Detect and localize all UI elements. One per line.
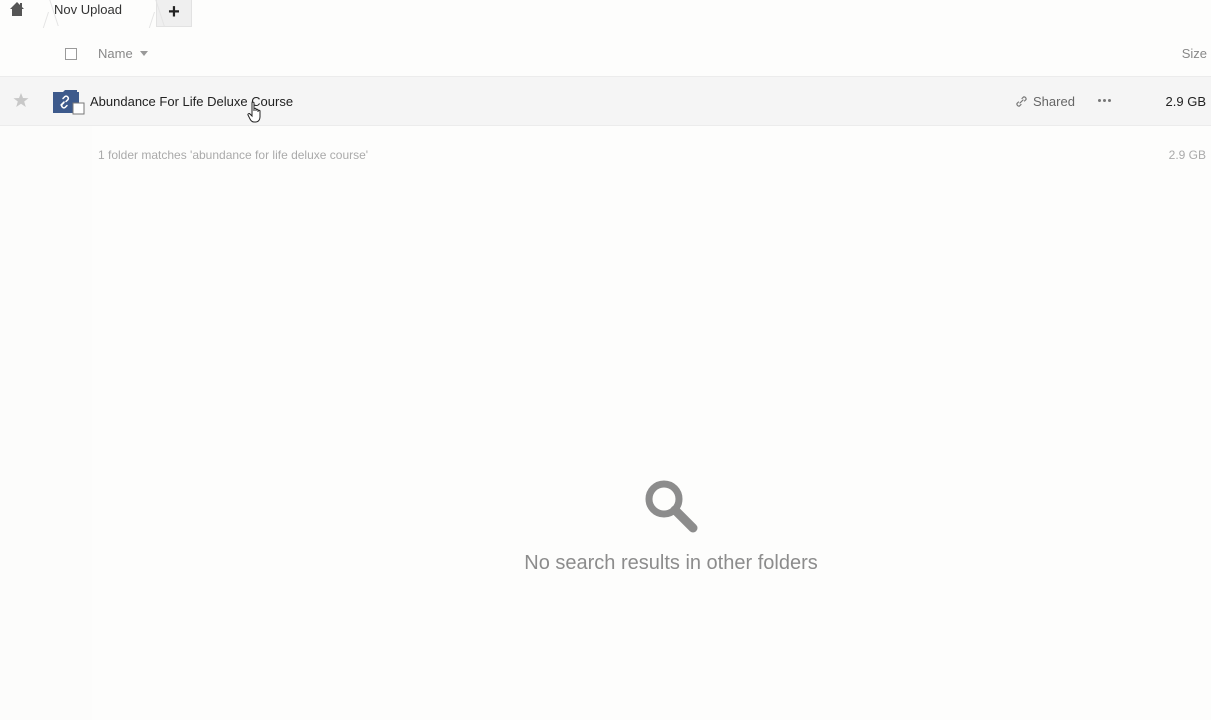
empty-state-message: No search results in other folders <box>524 552 818 574</box>
search-icon <box>645 480 698 533</box>
files-app: Nov Upload + Name Size Abundance For Lif… <box>0 0 1211 720</box>
shared-folder-icon[interactable] <box>52 89 86 115</box>
breadcrumb-separator <box>140 0 154 27</box>
share-status-button[interactable]: Shared <box>1015 94 1075 109</box>
sort-arrow-icon[interactable] <box>140 51 148 56</box>
more-actions-icon[interactable] <box>1098 99 1111 102</box>
star-icon[interactable] <box>13 92 29 108</box>
breadcrumb-separator <box>34 0 48 27</box>
link-icon <box>1016 96 1027 107</box>
summary-total-size: 2.9 GB <box>1168 148 1206 162</box>
breadcrumb-home[interactable] <box>0 1 34 25</box>
breadcrumb-current-folder[interactable]: Nov Upload <box>48 2 140 17</box>
select-all-checkbox[interactable] <box>65 48 77 60</box>
file-row[interactable]: Abundance For Life Deluxe Course Shared … <box>0 77 1211 126</box>
home-icon <box>10 1 24 16</box>
file-size: 2.9 GB <box>1165 94 1206 109</box>
hand-cursor-icon <box>247 101 261 123</box>
sort-by-name-header[interactable]: Name <box>98 46 133 61</box>
share-status-label: Shared <box>1033 94 1075 109</box>
sort-by-size-header[interactable]: Size <box>1182 46 1207 61</box>
left-margin <box>0 126 92 720</box>
search-summary: 1 folder matches 'abundance for life del… <box>98 148 369 162</box>
file-list-header: Name Size <box>0 36 1211 77</box>
breadcrumb: Nov Upload + <box>0 0 1211 27</box>
